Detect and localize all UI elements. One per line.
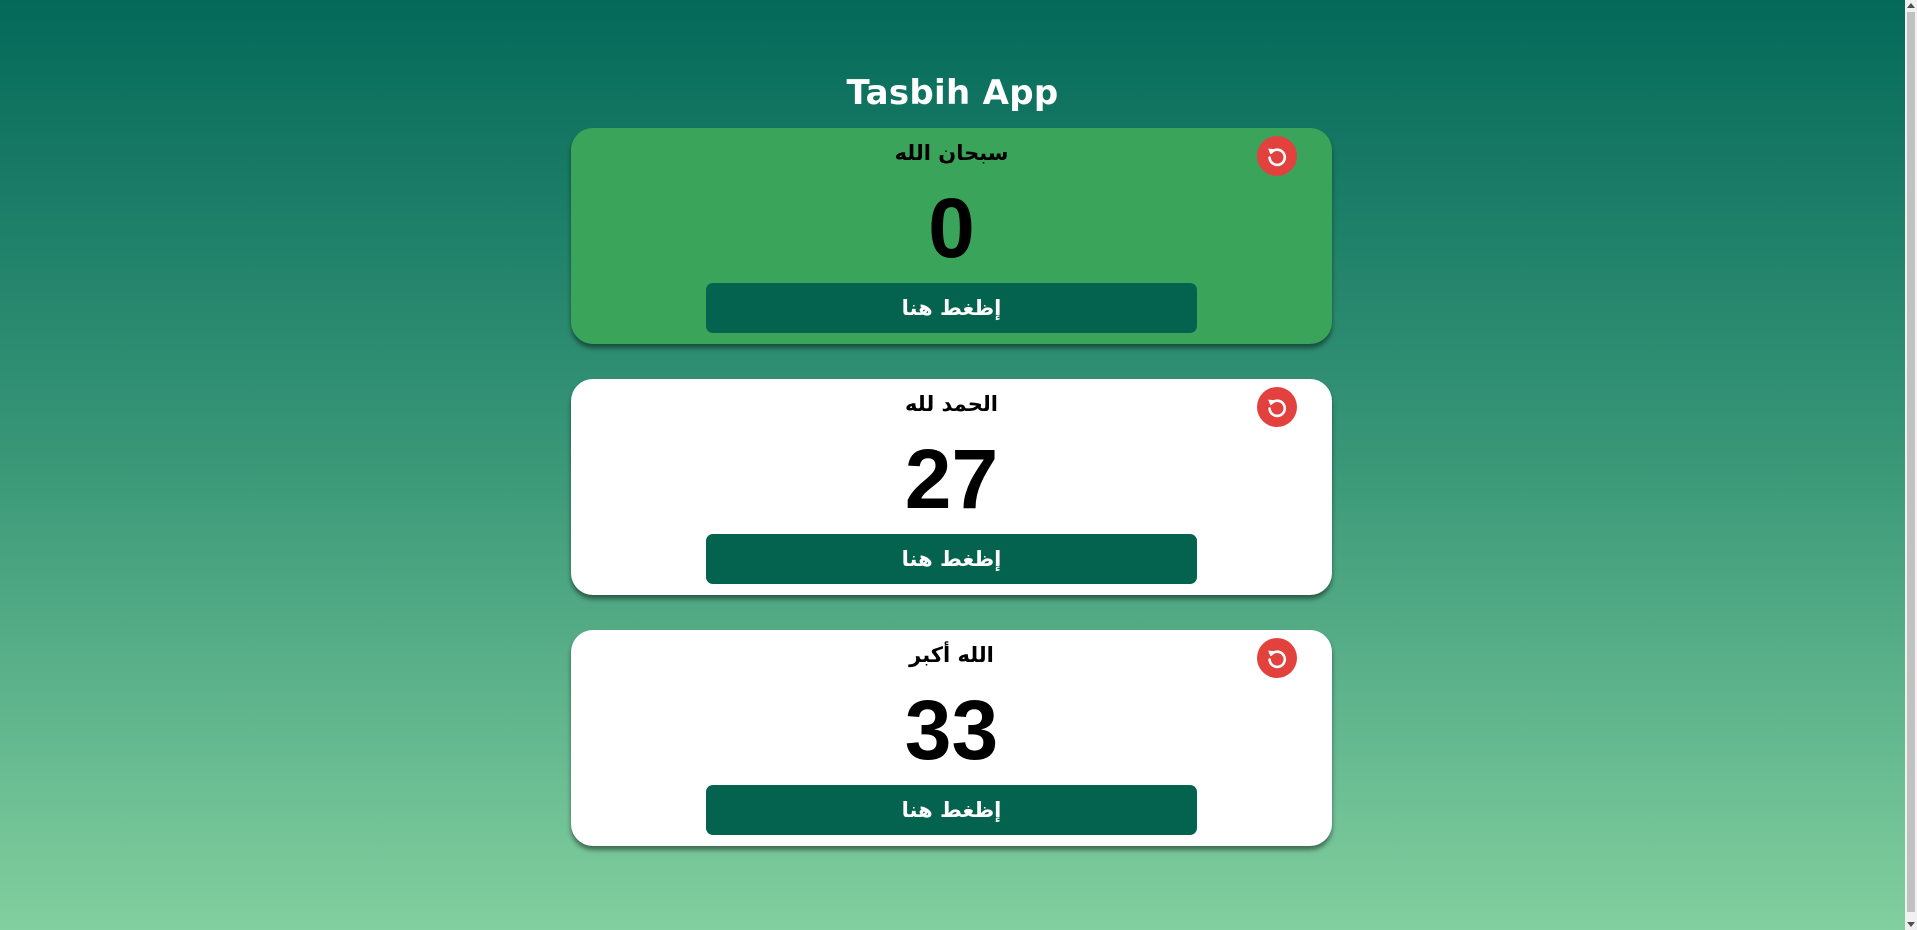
scroll-down-arrow-icon[interactable] <box>1907 922 1915 927</box>
counter-value: 33 <box>904 683 999 777</box>
vertical-scrollbar[interactable] <box>1905 0 1917 930</box>
reset-icon <box>1268 399 1287 418</box>
dhikr-label: الله أكبر <box>909 643 994 667</box>
dhikr-label: سبحان الله <box>894 141 1009 165</box>
counter-value: 27 <box>904 432 999 526</box>
reset-button[interactable] <box>1257 387 1297 427</box>
reset-button[interactable] <box>1257 638 1297 678</box>
counter-card-subhanallah: سبحان الله 0 إظغط هنا <box>571 128 1332 344</box>
increment-button[interactable]: إظغط هنا <box>706 785 1197 835</box>
scrollbar-thumb[interactable] <box>1907 12 1915 912</box>
increment-button[interactable]: إظغط هنا <box>706 283 1197 333</box>
app-title: Tasbih App <box>846 72 1059 113</box>
dhikr-label: الحمد لله <box>905 392 998 416</box>
counter-card-allahuakbar: الله أكبر 33 إظغط هنا <box>571 630 1332 846</box>
reset-icon <box>1268 650 1287 669</box>
app-background: Tasbih App سبحان الله 0 إظغط هنا الحمد ل… <box>0 0 1905 930</box>
increment-button[interactable]: إظغط هنا <box>706 534 1197 584</box>
reset-button[interactable] <box>1257 136 1297 176</box>
counter-value: 0 <box>928 181 975 275</box>
counter-card-alhamdulillah: الحمد لله 27 إظغط هنا <box>571 379 1332 595</box>
scroll-up-arrow-icon[interactable] <box>1907 3 1915 8</box>
reset-icon <box>1268 148 1287 167</box>
